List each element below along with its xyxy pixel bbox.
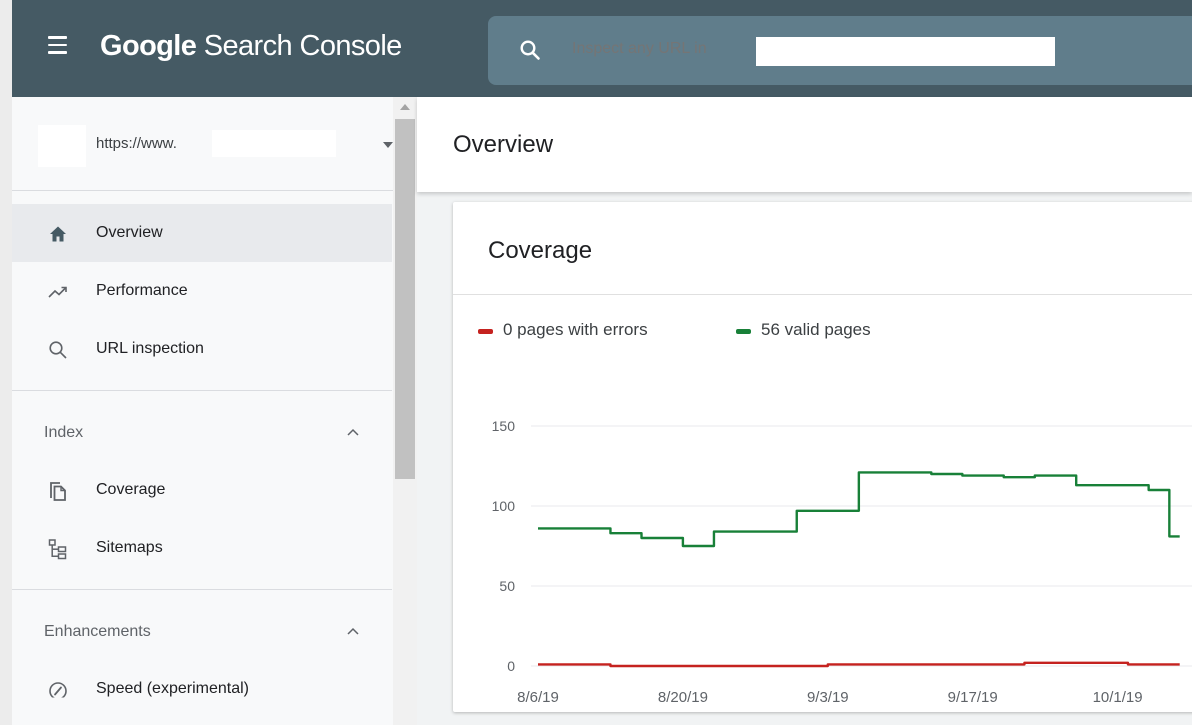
divider: [12, 589, 392, 590]
y-tick-label: 150: [492, 418, 516, 434]
page-header: Overview: [417, 97, 1192, 192]
dropdown-arrow-icon[interactable]: [383, 142, 393, 148]
coverage-chart: 150 100 50 0 8/6/19 8/20/19 9/3/19 9/17/19 10/1/…: [492, 418, 1192, 702]
x-tick-label: 9/17/19: [948, 689, 998, 702]
top-app-bar: Google Search Console: [12, 0, 1192, 97]
sidebar-scrollbar-thumb[interactable]: [395, 119, 415, 479]
coverage-card[interactable]: Coverage 0 pages with errors 56 valid pa…: [453, 202, 1192, 712]
y-tick-label: 50: [499, 578, 515, 594]
x-tick-label: 10/1/19: [1093, 689, 1143, 702]
legend-label: 56 valid pages: [761, 320, 871, 339]
sidebar-item-speed[interactable]: Speed (experimental): [12, 660, 392, 718]
menu-icon[interactable]: [48, 36, 70, 60]
sidebar-item-label: Performance: [96, 282, 188, 299]
url-inspect-search-bar[interactable]: [488, 16, 1192, 85]
section-header-index[interactable]: Index: [44, 424, 83, 442]
legend-swatch: [736, 329, 751, 334]
card-divider: [453, 294, 1192, 295]
sidebar-item-label: URL inspection: [96, 340, 204, 357]
page-title: Overview: [453, 131, 554, 158]
y-tick-label: 100: [492, 498, 516, 514]
sidebar-item-label: Coverage: [96, 481, 166, 498]
app-title-bold: Google: [100, 30, 197, 62]
chevron-up-icon[interactable]: [347, 428, 359, 436]
legend-swatch: [478, 329, 493, 334]
speed-gauge-icon: [49, 682, 67, 701]
sidebar-item-label: Sitemaps: [96, 539, 163, 556]
x-tick-label: 8/6/19: [517, 689, 559, 702]
scroll-up-arrow-icon[interactable]: [400, 104, 410, 110]
sidebar-item-coverage[interactable]: Coverage: [12, 461, 392, 519]
property-favicon: [38, 125, 86, 167]
redacted-property-name: [756, 37, 1055, 66]
home-icon: [50, 226, 66, 242]
x-tick-label: 9/3/19: [807, 689, 849, 702]
sidebar-item-url-inspection[interactable]: URL inspection: [12, 320, 392, 378]
section-header-enhancements[interactable]: Enhancements: [44, 623, 151, 641]
sidebar-item-label: Speed (experimental): [96, 680, 249, 697]
sidebar-item-sitemaps[interactable]: Sitemaps: [12, 519, 392, 577]
sidebar-item-label: Overview: [96, 224, 163, 241]
search-icon: [520, 40, 540, 60]
x-tick-label: 8/20/19: [658, 689, 708, 702]
app-window: Google Search Console https://www. Overv…: [12, 0, 1192, 725]
chevron-up-icon[interactable]: [347, 627, 359, 635]
y-tick-label: 0: [507, 658, 515, 674]
card-title: Coverage: [488, 237, 593, 264]
divider: [12, 390, 392, 391]
sidebar-item-overview[interactable]: Overview: [12, 204, 392, 262]
app-title[interactable]: Google Search Console: [100, 30, 402, 63]
main-content: Overview Coverage 0 pages with errors 56…: [417, 97, 1192, 725]
copy-pages-icon: [50, 482, 66, 501]
search-icon: [49, 341, 67, 359]
redacted-property-url: [212, 130, 336, 157]
app-title-rest: Search Console: [196, 30, 403, 62]
property-url: https://www.: [96, 135, 177, 152]
sidebar: https://www. Overview Performance URL in…: [12, 97, 417, 725]
legend-label: 0 pages with errors: [503, 320, 648, 339]
sidebar-item-performance[interactable]: Performance: [12, 262, 392, 320]
series-line-valid[interactable]: [538, 471, 1180, 548]
sitemap-icon: [48, 539, 67, 560]
search-input[interactable]: [572, 40, 772, 58]
property-selector[interactable]: https://www.: [12, 97, 417, 191]
trending-up-icon: [48, 286, 67, 298]
